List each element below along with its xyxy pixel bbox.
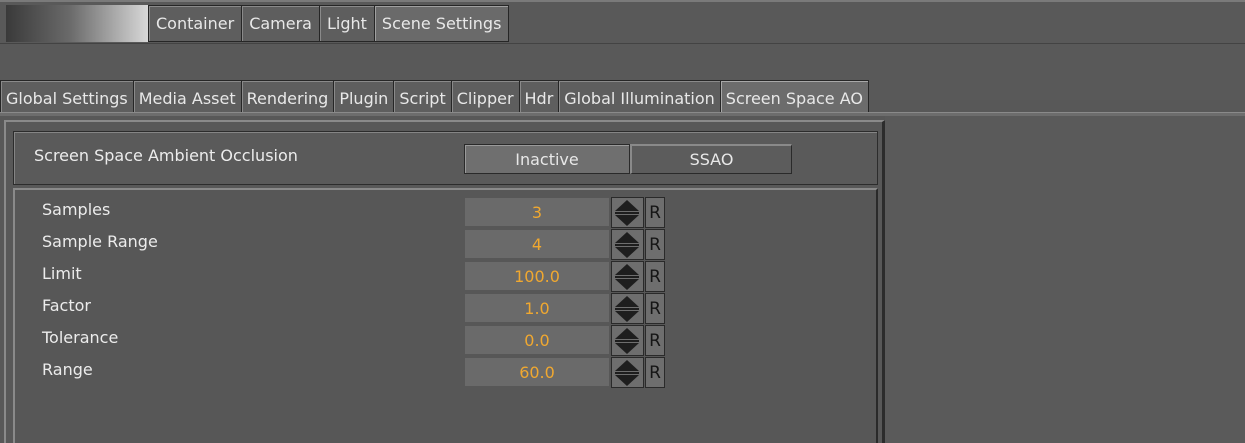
ssao-header-row: Screen Space Ambient Occlusion Inactive … [13,131,878,185]
param-label: Tolerance [42,328,119,347]
samples-reset-button[interactable]: R [645,197,665,228]
param-row-limit: Limit 100.0 R [15,260,875,292]
tab-script[interactable]: Script [393,80,452,116]
samples-spinner[interactable] [611,197,644,228]
sub-tabs: Global Settings Media Asset Rendering Pl… [0,80,869,116]
tab-rendering[interactable]: Rendering [240,80,335,116]
ssao-button[interactable]: SSAO [630,144,792,174]
limit-spinner[interactable] [611,261,644,292]
tab-camera[interactable]: Camera [241,5,320,42]
tolerance-reset-button[interactable]: R [645,325,665,356]
param-label: Factor [42,296,91,315]
tab-plugin[interactable]: Plugin [333,80,395,116]
param-row-factor: Factor 1.0 R [15,292,875,324]
range-spinner[interactable] [611,357,644,388]
top-bar-gradient [6,5,148,42]
tolerance-value-field[interactable]: 0.0 [465,326,609,354]
param-row-samples: Samples 3 R [15,196,875,228]
ssao-label: Screen Space Ambient Occlusion [34,146,298,165]
parameter-list: Samples 3 R Sample Range 4 R Limit 100.0… [13,188,878,443]
param-row-range: Range 60.0 R [15,356,875,388]
sample-range-value-field[interactable]: 4 [465,230,609,258]
tab-clipper[interactable]: Clipper [450,80,520,116]
top-tabs: Container Camera Light Scene Settings [148,5,510,42]
sample-range-spinner[interactable] [611,229,644,260]
tab-hdr[interactable]: Hdr [518,80,560,116]
tab-scene-settings[interactable]: Scene Settings [373,5,510,42]
param-label: Range [42,360,93,379]
sub-tab-bar: Global Settings Media Asset Rendering Pl… [0,44,1245,116]
tolerance-spinner[interactable] [611,325,644,356]
tab-global-settings[interactable]: Global Settings [0,80,134,116]
param-row-sample-range: Sample Range 4 R [15,228,875,260]
tab-light[interactable]: Light [318,5,375,42]
range-reset-button[interactable]: R [645,357,665,388]
top-tab-bar: Container Camera Light Scene Settings [0,0,1245,46]
limit-value-field[interactable]: 100.0 [465,262,609,290]
limit-reset-button[interactable]: R [645,261,665,292]
factor-value-field[interactable]: 1.0 [465,294,609,322]
inactive-button[interactable]: Inactive [464,144,630,174]
param-label: Limit [42,264,82,283]
tab-global-illumination[interactable]: Global Illumination [558,80,721,116]
tab-screen-space-ao[interactable]: Screen Space AO [719,80,869,116]
empty-area [885,116,1245,443]
sample-range-reset-button[interactable]: R [645,229,665,260]
tab-media-asset[interactable]: Media Asset [132,80,242,116]
range-value-field[interactable]: 60.0 [465,358,609,386]
tab-container[interactable]: Container [148,5,243,42]
factor-spinner[interactable] [611,293,644,324]
samples-value-field[interactable]: 3 [465,198,609,226]
param-label: Sample Range [42,232,158,251]
param-label: Samples [42,200,111,219]
factor-reset-button[interactable]: R [645,293,665,324]
param-row-tolerance: Tolerance 0.0 R [15,324,875,356]
